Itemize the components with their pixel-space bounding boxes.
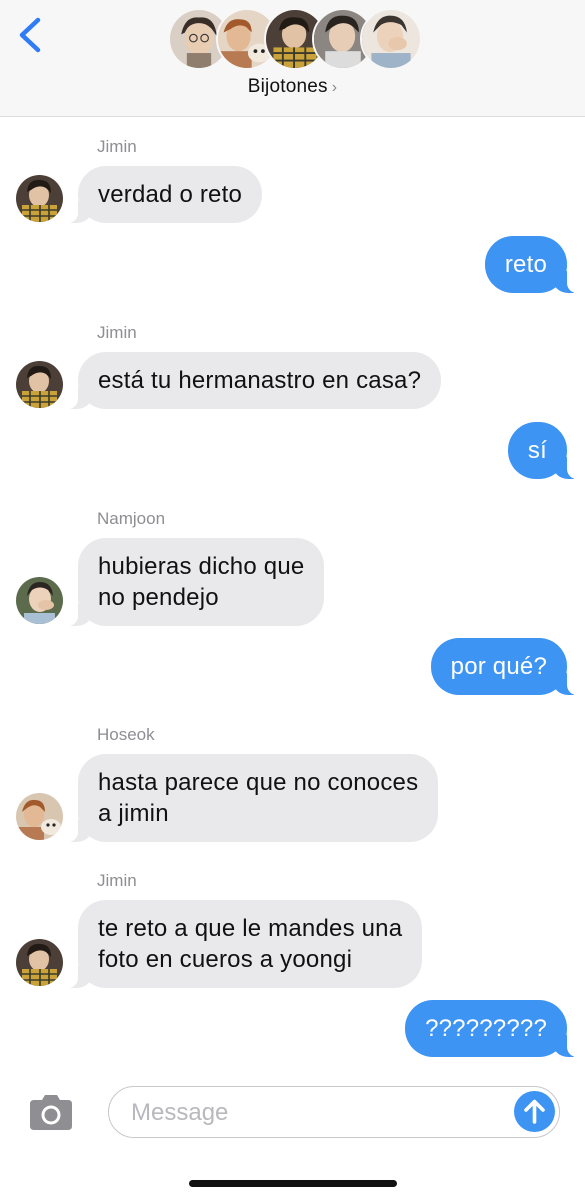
group-name: Bijotones: [247, 76, 328, 97]
message-bubble-outgoing[interactable]: por qué?: [430, 638, 580, 695]
back-button[interactable]: [16, 16, 46, 54]
avatar-hoseok[interactable]: [16, 793, 63, 840]
avatar-jimin[interactable]: [16, 175, 63, 222]
message-text: reto: [504, 251, 547, 278]
message-bubble-outgoing[interactable]: ?????????: [405, 1000, 579, 1057]
message-bubble-incoming[interactable]: te reto a que le mandes una foto en cuer…: [65, 900, 423, 988]
home-indicator[interactable]: [189, 1180, 397, 1187]
message-composer: [108, 1086, 560, 1138]
message-text: verdad o reto: [98, 181, 243, 208]
group-title[interactable]: Bijotones ›: [0, 76, 585, 98]
message-bubble-incoming[interactable]: hasta parece que no conoces a jimin: [65, 754, 439, 842]
camera-icon: [30, 1095, 72, 1130]
message-text: hasta parece que no conoces a jimin: [98, 769, 419, 827]
message-input[interactable]: [129, 1087, 513, 1138]
message-text: hubieras dicho que no pendejo: [98, 553, 305, 611]
group-avatars[interactable]: [168, 8, 422, 72]
message-list[interactable]: Jimin verdad o reto reto Jimin está tu h…: [0, 116, 585, 1066]
send-button[interactable]: [514, 1091, 555, 1132]
message-text: está tu hermanastro en casa?: [98, 367, 422, 394]
message-bubble-outgoing[interactable]: sí: [507, 422, 580, 479]
sender-name: Namjoon: [97, 509, 166, 528]
message-bubble-outgoing[interactable]: reto: [484, 236, 580, 293]
message-bubble-incoming[interactable]: hubieras dicho que no pendejo: [65, 538, 325, 626]
arrow-up-icon: [524, 1099, 545, 1124]
sender-name: Jimin: [97, 323, 137, 342]
sender-name: Hoseok: [97, 725, 155, 744]
message-bubble-incoming[interactable]: verdad o reto: [65, 166, 263, 223]
message-text: por qué?: [450, 653, 547, 680]
message-text: ?????????: [425, 1015, 547, 1042]
avatar-jimin[interactable]: [16, 939, 63, 986]
member-avatar-5: [360, 8, 422, 70]
avatar-jimin[interactable]: [16, 361, 63, 408]
message-bubble-incoming[interactable]: está tu hermanastro en casa?: [65, 352, 442, 409]
message-text: te reto a que le mandes una foto en cuer…: [98, 915, 403, 973]
chat-header: Bijotones ›: [0, 0, 585, 117]
camera-button[interactable]: [26, 1094, 76, 1132]
chevron-left-icon: [19, 17, 41, 53]
message-text: sí: [527, 437, 547, 464]
sender-name: Jimin: [97, 871, 137, 890]
chevron-right-icon: ›: [331, 79, 338, 96]
sender-name: Jimin: [97, 137, 137, 156]
avatar-namjoon[interactable]: [16, 577, 63, 624]
